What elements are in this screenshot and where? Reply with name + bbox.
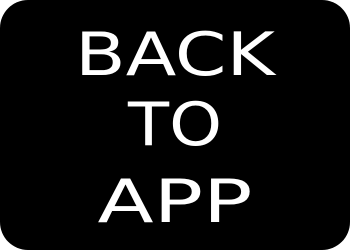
button-label-line-1: BACK [75, 20, 277, 90]
back-to-app-button[interactable]: BACK TO APP [0, 0, 350, 250]
button-label-line-3: APP [98, 167, 253, 237]
button-label: BACK TO APP [75, 20, 277, 237]
button-label-line-2: TO [127, 90, 222, 160]
